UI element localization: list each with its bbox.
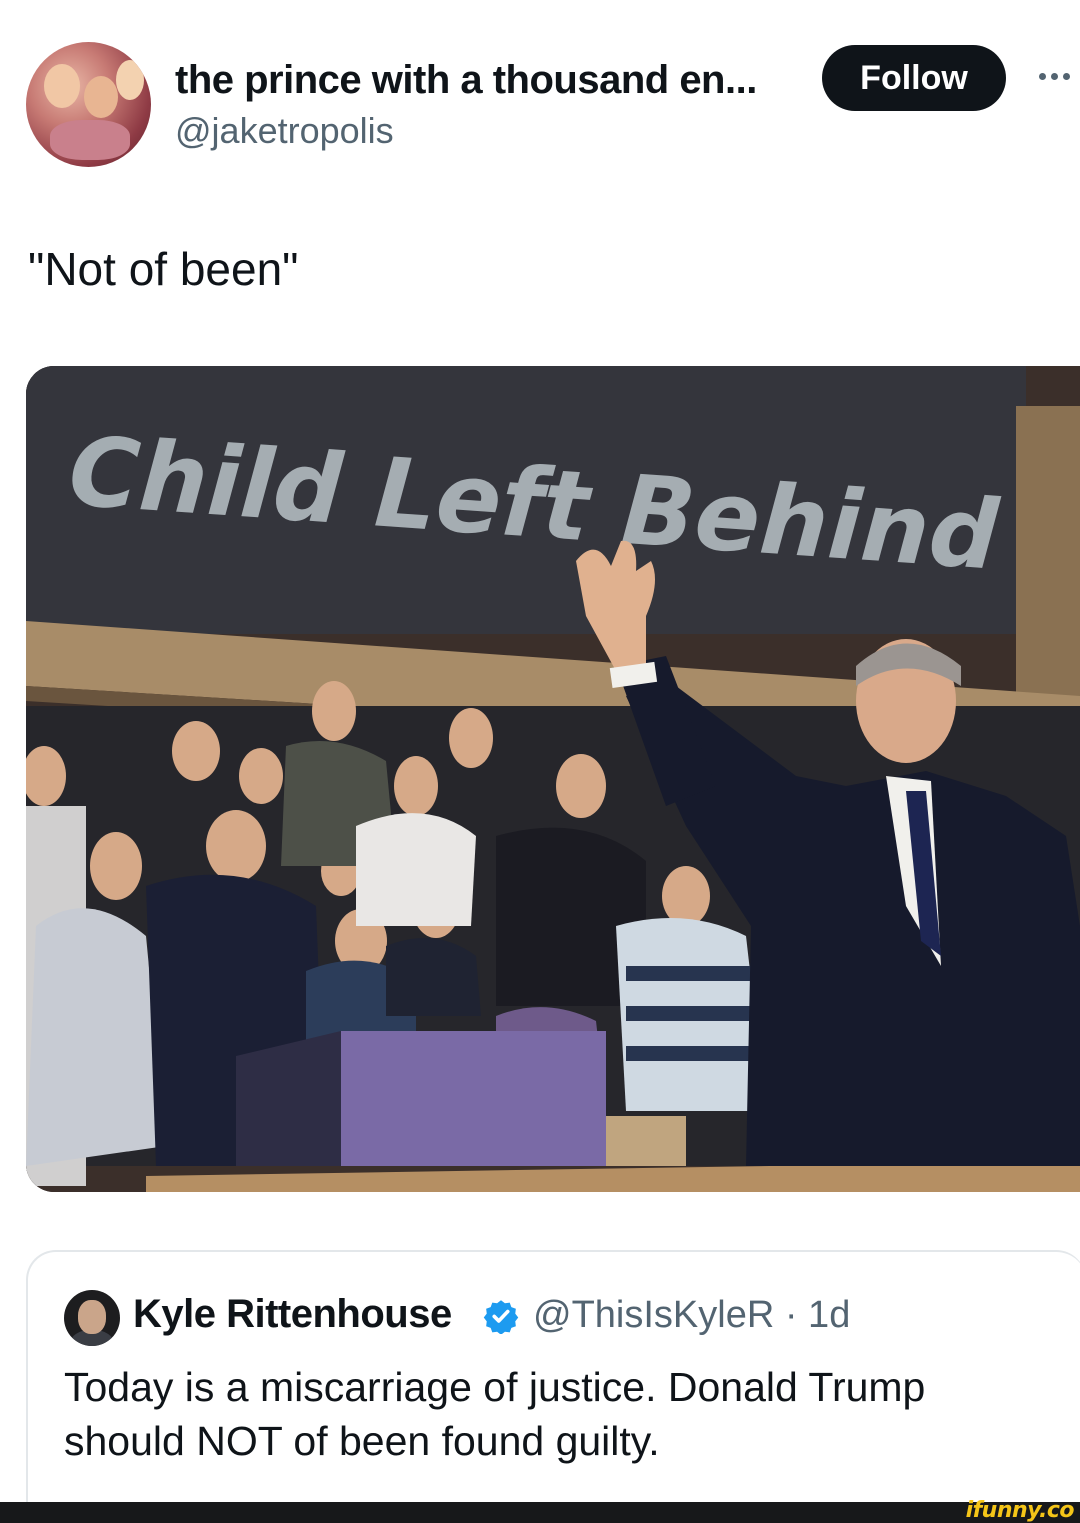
author-avatar[interactable]: [26, 42, 151, 167]
watermark-bar: ifunny.co: [0, 1498, 1080, 1523]
tweet-header: the prince with a thousand en... @jaketr…: [0, 0, 1080, 200]
quoted-tweet-text: Today is a miscarriage of justice. Donal…: [64, 1364, 926, 1464]
verified-badge-icon: [483, 1300, 519, 1334]
quoted-handle-and-time[interactable]: @ThisIsKyleR · 1d: [533, 1294, 850, 1337]
quoted-tweet[interactable]: Kyle Rittenhouse @ThisIsKyleR · 1d Today…: [26, 1250, 1080, 1523]
tweet-photo[interactable]: Child Left Behind: [26, 366, 1080, 1192]
more-icon[interactable]: [1030, 60, 1078, 92]
follow-button[interactable]: Follow: [822, 45, 1006, 111]
photo-illustration: Child Left Behind: [26, 366, 1080, 1192]
author-display-name[interactable]: the prince with a thousand en...: [175, 58, 757, 103]
quoted-author-avatar[interactable]: [64, 1290, 120, 1346]
brand-watermark: ifunny.co: [965, 1498, 1075, 1523]
tweet-text: "Not of been": [28, 243, 299, 295]
author-handle[interactable]: @jaketropolis: [175, 110, 394, 152]
quoted-author-name[interactable]: Kyle Rittenhouse: [133, 1292, 452, 1337]
